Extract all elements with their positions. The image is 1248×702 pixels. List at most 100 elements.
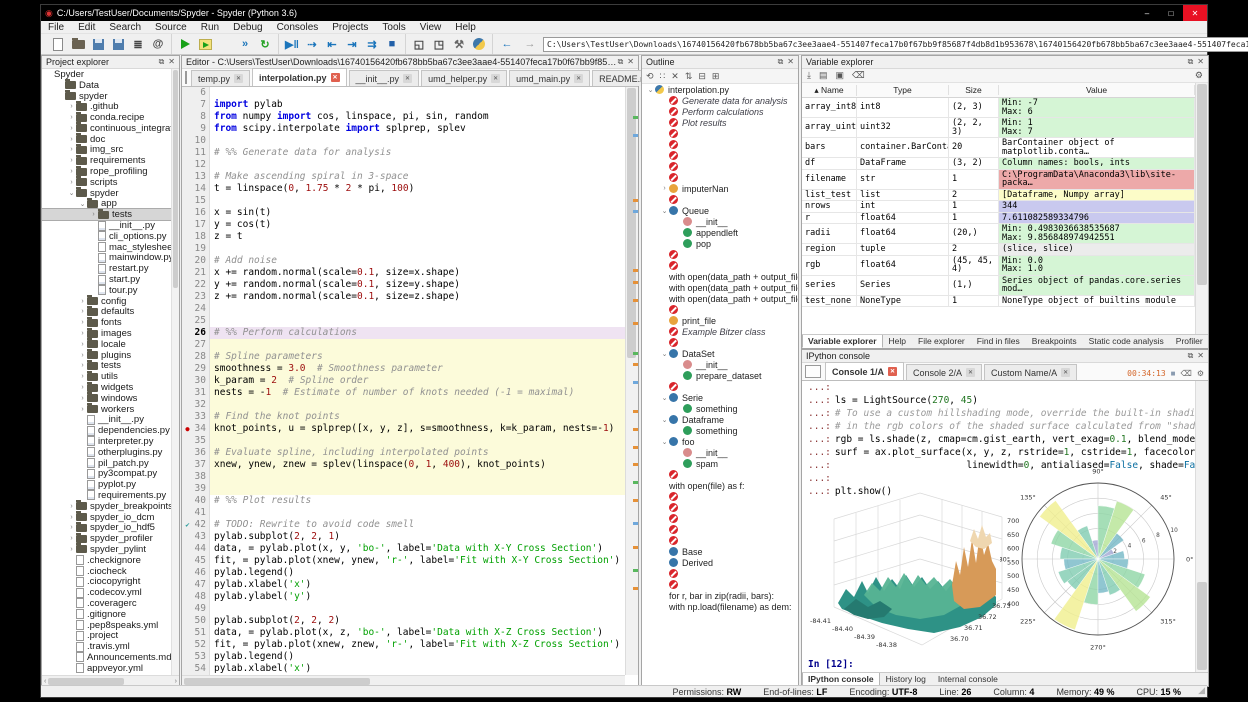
tree-item[interactable]: appveyor.yml [42,663,171,674]
breakpoint-icon[interactable]: ● [182,423,193,435]
outline-item[interactable]: Derived [642,557,798,568]
menu-edit[interactable]: Edit [71,22,102,33]
chevron-right-icon[interactable]: › [78,308,87,315]
outline-item[interactable]: prepare_dataset [642,370,798,381]
tree-item[interactable]: ›img_src [42,145,171,156]
outline-item[interactable]: pop [642,238,798,249]
menu-file[interactable]: File [41,22,71,33]
close-icon[interactable]: ✕ [1197,351,1204,361]
column-header-name[interactable]: ▴ Name [802,85,857,96]
outline-item[interactable] [642,502,798,513]
gutter[interactable]: 15 [182,195,210,207]
gutter[interactable]: 45 [182,555,210,567]
gutter[interactable]: 46 [182,567,210,579]
editor-vertical-scrollbar[interactable] [625,87,638,675]
tree-item[interactable]: ›images [42,328,171,339]
outline-item[interactable] [642,194,798,205]
menu-source[interactable]: Source [148,22,194,33]
chevron-right-icon[interactable]: › [78,395,87,402]
gutter[interactable]: 30 [182,375,210,387]
table-row[interactable]: array_int8int8(2, 3)Min: -7 Max: 6 [802,98,1195,118]
gutter[interactable]: 12 [182,159,210,171]
gutter[interactable]: 14 [182,183,210,195]
outline-item[interactable] [642,535,798,546]
working-directory-input[interactable]: C:\Users\TestUser\Downloads\16740156420f… [543,37,1248,52]
gutter[interactable]: 36 [182,447,210,459]
table-row[interactable]: rfloat6417.611082589334796 [802,213,1195,225]
outline-item[interactable] [642,139,798,150]
show-all-files-icon[interactable]: ∷ [660,71,666,82]
tree-item[interactable]: ›.github [42,101,171,112]
gutter[interactable]: 33 [182,411,210,423]
tree-item[interactable]: .codecov.yml [42,587,171,598]
outline-item[interactable]: with open(data_path + output_file_n… [642,282,798,293]
tree-item[interactable]: ›doc [42,134,171,145]
tree-item[interactable]: ›rope_profiling [42,166,171,177]
outline-item[interactable]: with open(data_path + output_file_n… [642,293,798,304]
tree-item[interactable]: ›locale [42,339,171,350]
chevron-right-icon[interactable]: › [67,179,76,186]
tree-item[interactable]: ›fonts [42,317,171,328]
gutter[interactable]: 38 [182,471,210,483]
chevron-right-icon[interactable]: › [660,185,669,192]
menu-consoles[interactable]: Consoles [270,22,326,33]
tree-item[interactable]: start.py [42,274,171,285]
chevron-right-icon[interactable]: › [78,298,87,305]
close-icon[interactable]: ✕ [787,57,794,67]
chevron-down-icon[interactable]: ⌄ [67,189,76,197]
gutter[interactable]: 18 [182,231,210,243]
tree-item[interactable]: .gitignore [42,609,171,620]
console-options-icon[interactable]: ⚙ [1197,369,1204,378]
gutter[interactable]: 51 [182,627,210,639]
undock-icon[interactable]: ⧉ [1188,57,1194,67]
back-icon[interactable]: ← [497,36,517,53]
tree-item[interactable]: ›plugins [42,350,171,361]
tree-item[interactable]: .ciocopyright [42,576,171,587]
tree-item[interactable]: Data [42,80,171,91]
variable-options-icon[interactable]: ⚙ [1195,70,1203,81]
outline-item[interactable] [642,249,798,260]
gutter[interactable]: 37 [182,459,210,471]
tree-item[interactable]: .checkignore [42,555,171,566]
close-icon[interactable]: ✕ [627,57,634,67]
gutter[interactable]: 17 [182,219,210,231]
gutter[interactable]: 41 [182,507,210,519]
gutter[interactable]: 25 [182,315,210,327]
outline-item[interactable]: ›imputerNan [642,183,798,194]
gutter[interactable]: 50 [182,615,210,627]
outline-item[interactable] [642,337,798,348]
outline-item[interactable]: spam [642,458,798,469]
chevron-right-icon[interactable]: › [67,503,76,510]
follow-cursor-icon[interactable]: ⇅ [685,71,693,82]
tree-item[interactable]: otherplugins.py [42,447,171,458]
tree-item[interactable]: ›tests [42,361,171,372]
debug-file-icon[interactable]: ▶‖ [282,36,302,53]
tree-item[interactable]: ›requirements [42,155,171,166]
outline-item[interactable]: __init__ [642,447,798,458]
chevron-right-icon[interactable]: › [67,136,76,143]
console-output[interactable]: ...:...:ls = LightSource(270, 45)...:# T… [802,381,1195,674]
outline-item[interactable] [642,513,798,524]
gutter[interactable]: 8 [182,111,210,123]
outline-item[interactable]: Perform calculations [642,106,798,117]
tree-item[interactable]: ›conda.recipe [42,112,171,123]
column-header-size[interactable]: Size [949,85,999,95]
pane-tab-find-in-files[interactable]: Find in files [971,334,1026,348]
chevron-right-icon[interactable]: › [67,535,76,542]
editor-tab-temp-py[interactable]: temp.py✕ [191,70,250,86]
tree-item[interactable]: ›defaults [42,307,171,318]
tree-item[interactable]: py3compat.py [42,468,171,479]
menu-run[interactable]: Run [194,22,226,33]
tree-item[interactable]: .travis.yml [42,641,171,652]
chevron-right-icon[interactable]: › [78,352,87,359]
outline-item[interactable] [642,304,798,315]
pane-tab-static-code-analysis[interactable]: Static code analysis [1083,334,1170,348]
gutter[interactable]: 27 [182,339,210,351]
tree-item[interactable]: ⌄app [42,199,171,210]
import-data-icon[interactable]: ⤓ [807,70,811,81]
menu-tools[interactable]: Tools [375,22,412,33]
gutter[interactable]: 9 [182,123,210,135]
outline-item[interactable]: with open(file) as f: [642,480,798,491]
gutter[interactable]: 11 [182,147,210,159]
outline-item[interactable]: something [642,403,798,414]
